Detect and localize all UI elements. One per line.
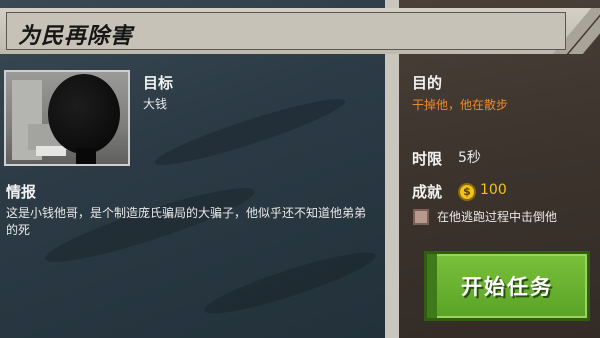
mission-title: 为民再除害 (18, 24, 134, 49)
target-name: 大钱 (143, 97, 168, 111)
start-mission-label: 开始任务 (461, 275, 553, 299)
achievement-reward: 100 (480, 182, 507, 198)
start-mission-button[interactable]: 开始任务 (424, 251, 590, 321)
background-scratch (200, 242, 380, 324)
objective-label: 目的 (412, 74, 443, 92)
objective-text: 干掉他，他在散步 (412, 98, 509, 112)
coin-icon: $ (458, 183, 476, 201)
target-silhouette (48, 74, 120, 154)
achievement-checkbox (413, 209, 429, 225)
background-scratch (151, 89, 349, 175)
time-limit-value: 5秒 (458, 150, 481, 166)
time-limit-label: 时限 (412, 150, 443, 168)
intel-text: 这是小钱他哥，是个制造庞氏骗局的大骗子，他似乎还不知道他弟弟的死 (6, 206, 367, 237)
target-portrait (4, 70, 130, 166)
achievement-condition: 在他逃跑过程中击倒他 (437, 210, 558, 224)
target-silhouette-neck (76, 148, 96, 164)
target-label: 目标 (143, 74, 174, 92)
portrait-bench (36, 146, 66, 156)
intel-label: 情报 (6, 183, 37, 201)
achievement-label: 成就 (412, 183, 443, 201)
title-bar: 为民再除害 (0, 8, 600, 54)
